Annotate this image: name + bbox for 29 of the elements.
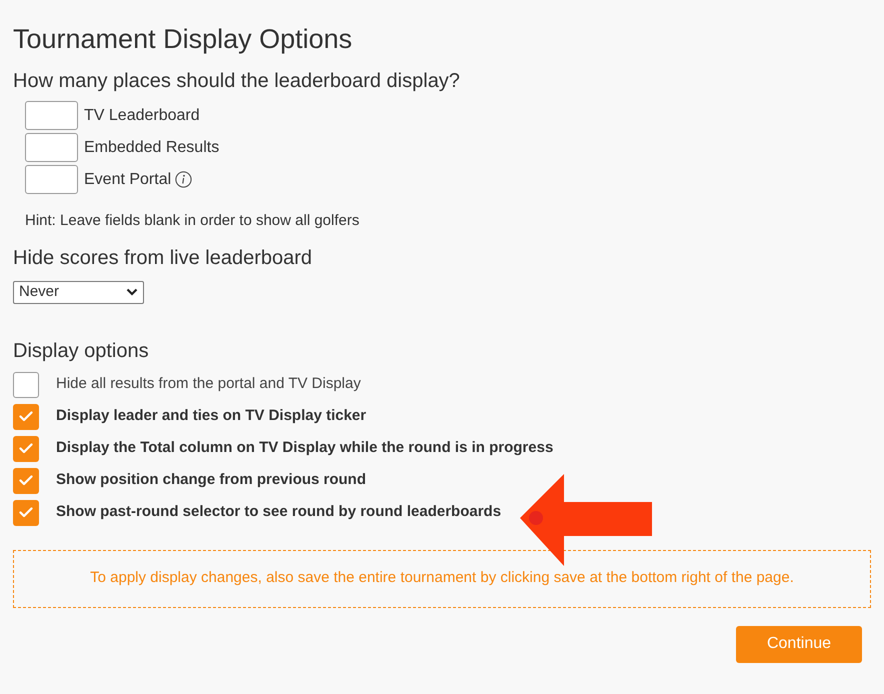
check-icon <box>19 443 33 454</box>
option-label: Show past-round selector to see round by round leaderboards <box>56 502 502 522</box>
option-label: Show position change from previous round <box>56 470 366 490</box>
option-label: Display leader and ties on TV Display ticker <box>56 406 366 426</box>
page-title: Tournament Display Options <box>13 23 352 56</box>
field-label: TV Leaderboard <box>84 106 200 126</box>
notice-text: To apply display changes, also save the entire tournament by clicking save at the bottom right of the page. <box>90 568 794 588</box>
chevron-down-icon <box>126 288 138 296</box>
dropdown[interactable]: Never <box>13 280 144 304</box>
checkbox[interactable] <box>13 436 39 462</box>
number-field[interactable] <box>25 165 78 194</box>
checkbox[interactable] <box>13 404 39 430</box>
section-heading: Display options <box>13 338 149 364</box>
section-heading: Hide scores from live leaderboard <box>13 246 312 270</box>
info-icon[interactable] <box>175 171 192 188</box>
check-icon <box>19 411 33 422</box>
number-field[interactable] <box>25 133 78 162</box>
field-label: Embedded Results <box>84 138 220 158</box>
checkbox[interactable] <box>13 468 39 494</box>
checkbox[interactable] <box>13 372 39 398</box>
check-icon <box>19 507 33 518</box>
number-field[interactable] <box>25 101 78 130</box>
check-icon <box>19 475 33 486</box>
option-label: Hide all results from the portal and TV Display <box>56 374 361 394</box>
field-label: Event Portal <box>84 170 172 190</box>
section-heading: How many places should the leaderboard display? <box>13 69 460 94</box>
option-label: Display the Total column on TV Display while the round is in progress <box>56 438 554 458</box>
hint-text: Hint: Leave fields blank in order to show all golfers <box>25 211 360 231</box>
checkbox[interactable] <box>13 500 39 526</box>
